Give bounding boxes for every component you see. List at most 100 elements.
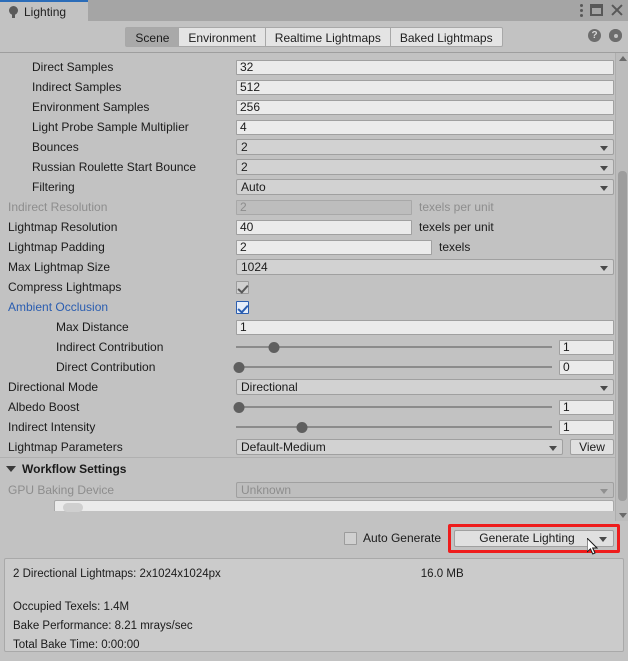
status-spacer	[13, 584, 615, 598]
bounces-dropdown[interactable]: 2	[236, 139, 614, 155]
window-controls	[580, 3, 624, 17]
status-lightmaps-row: 2 Directional Lightmaps: 2x1024x1024px 1…	[13, 565, 615, 584]
lighting-toolbar: Scene Environment Realtime Lightmaps Bak…	[0, 21, 628, 53]
view-button[interactable]: View	[570, 439, 614, 455]
row-lightmap-parameters: Lightmap Parameters Default-Medium View	[0, 437, 628, 457]
indirect-contribution-input[interactable]: 1	[559, 339, 614, 355]
gear-icon[interactable]	[609, 29, 622, 42]
close-icon[interactable]	[610, 3, 624, 17]
scroll-down-arrow-icon[interactable]	[619, 513, 627, 518]
row-max-distance: Max Distance 1	[0, 317, 628, 337]
tab-environment[interactable]: Environment	[179, 26, 266, 47]
directional-mode-dropdown[interactable]: Directional	[236, 379, 614, 395]
window-tab-label: Lighting	[24, 4, 67, 19]
label-light-probe-sample-multiplier: Light Probe Sample Multiplier	[32, 120, 189, 134]
light-bulb-icon	[9, 5, 18, 18]
chevron-down-icon[interactable]	[6, 466, 16, 472]
status-bake-performance: Bake Performance: 8.21 mrays/sec	[13, 620, 193, 632]
clipped-toggle-row	[0, 500, 628, 512]
max-lightmap-size-dropdown[interactable]: 1024	[236, 259, 614, 275]
label-filtering: Filtering	[32, 180, 75, 194]
ambient-occlusion-checkbox[interactable]	[236, 300, 249, 314]
status-total-bake-time: Total Bake Time: 0:00:00	[13, 639, 140, 651]
label-compress-lightmaps: Compress Lightmaps	[8, 280, 122, 294]
lighting-action-bar: Auto Generate Generate Lighting	[0, 521, 628, 555]
help-icon[interactable]: ?	[588, 29, 601, 42]
generate-lighting-highlight: Generate Lighting	[448, 523, 620, 555]
window-tab-lighting[interactable]: Lighting	[0, 0, 88, 21]
row-filtering: Filtering Auto	[0, 177, 628, 197]
slider-track	[236, 406, 552, 408]
label-indirect-resolution: Indirect Resolution	[8, 200, 108, 214]
direct-contribution-input[interactable]: 0	[559, 359, 614, 375]
slider-knob[interactable]	[268, 342, 280, 353]
label-lightmap-padding: Lightmap Padding	[8, 240, 105, 254]
slider-knob[interactable]	[296, 422, 308, 433]
label-russian-roulette-start-bounce: Russian Roulette Start Bounce	[32, 160, 197, 174]
tab-scene[interactable]: Scene	[125, 26, 180, 47]
tab-realtime-lightmaps[interactable]: Realtime Lightmaps	[265, 26, 391, 47]
indirect-intensity-input[interactable]: 1	[559, 419, 614, 435]
russian-roulette-start-bounce-dropdown[interactable]: 2	[236, 159, 614, 175]
indirect-contribution-slider[interactable]	[236, 340, 552, 354]
label-max-lightmap-size: Max Lightmap Size	[8, 260, 111, 274]
maximize-icon[interactable]	[590, 4, 603, 16]
row-albedo-boost: Albedo Boost 1	[0, 397, 628, 417]
more-options-icon[interactable]	[580, 3, 583, 17]
slider-track	[236, 366, 552, 368]
toolbar-icons: ?	[588, 29, 622, 42]
row-indirect-intensity: Indirect Intensity 1	[0, 417, 628, 437]
slider-track	[236, 346, 552, 348]
row-max-lightmap-size: Max Lightmap Size 1024	[0, 257, 628, 277]
compress-lightmaps-checkbox[interactable]	[236, 280, 249, 294]
max-distance-input[interactable]: 1	[236, 319, 614, 335]
indirect-resolution-units: texels per unit	[419, 200, 494, 214]
row-compress-lightmaps: Compress Lightmaps	[0, 277, 628, 297]
auto-generate-group: Auto Generate	[343, 531, 441, 545]
section-workflow-settings[interactable]: Workflow Settings	[0, 457, 628, 480]
label-ambient-occlusion: Ambient Occlusion	[8, 300, 109, 314]
scroll-up-arrow-icon[interactable]	[619, 56, 627, 61]
label-directional-mode: Directional Mode	[8, 380, 99, 394]
label-indirect-contribution: Indirect Contribution	[56, 340, 164, 354]
slider-knob[interactable]	[233, 402, 245, 413]
generate-lighting-button[interactable]: Generate Lighting	[454, 529, 614, 547]
row-lightmap-padding: Lightmap Padding 2 texels	[0, 237, 628, 257]
clipped-toggle[interactable]	[54, 500, 614, 512]
gpu-baking-device-dropdown: Unknown	[236, 482, 614, 498]
lightmap-resolution-units: texels per unit	[419, 220, 494, 234]
environment-samples-input[interactable]: 256	[236, 99, 614, 115]
lighting-settings-scroll-area: Direct Samples 32 Indirect Samples 512 E…	[0, 53, 628, 521]
lightmap-parameters-dropdown[interactable]: Default-Medium	[236, 439, 563, 455]
indirect-intensity-slider[interactable]	[236, 420, 552, 434]
light-probe-sample-multiplier-input[interactable]: 4	[236, 119, 614, 135]
label-gpu-baking-device: GPU Baking Device	[8, 483, 115, 497]
direct-samples-input[interactable]: 32	[236, 59, 614, 75]
status-occupied-texels: Occupied Texels: 1.4M	[13, 601, 130, 613]
row-environment-samples: Environment Samples 256	[0, 97, 628, 117]
albedo-boost-input[interactable]: 1	[559, 399, 614, 415]
albedo-boost-slider[interactable]	[233, 400, 552, 414]
row-direct-samples: Direct Samples 32	[0, 57, 628, 77]
vertical-scrollbar[interactable]	[615, 53, 628, 521]
row-direct-contribution: Direct Contribution 0	[0, 357, 628, 377]
label-direct-contribution: Direct Contribution	[56, 360, 156, 374]
auto-generate-checkbox[interactable]	[343, 531, 357, 545]
tab-baked-lightmaps[interactable]: Baked Lightmaps	[390, 26, 503, 47]
slider-knob[interactable]	[233, 362, 245, 373]
row-indirect-contribution: Indirect Contribution 1	[0, 337, 628, 357]
direct-contribution-slider[interactable]	[233, 360, 552, 374]
scrollbar-thumb[interactable]	[618, 171, 627, 501]
status-lightmaps: 2 Directional Lightmaps: 2x1024x1024px	[13, 568, 221, 580]
row-indirect-resolution: Indirect Resolution 2 texels per unit	[0, 197, 628, 217]
slider-track	[236, 426, 552, 428]
lightmap-padding-input[interactable]: 2	[236, 239, 432, 255]
property-rows: Direct Samples 32 Indirect Samples 512 E…	[0, 53, 628, 512]
indirect-samples-input[interactable]: 512	[236, 79, 614, 95]
filtering-dropdown[interactable]: Auto	[236, 179, 614, 195]
lighting-status-panel: 2 Directional Lightmaps: 2x1024x1024px 1…	[4, 558, 624, 652]
label-albedo-boost: Albedo Boost	[8, 400, 80, 414]
row-bounces: Bounces 2	[0, 137, 628, 157]
label-direct-samples: Direct Samples	[32, 60, 114, 74]
lightmap-resolution-input[interactable]: 40	[236, 219, 412, 235]
